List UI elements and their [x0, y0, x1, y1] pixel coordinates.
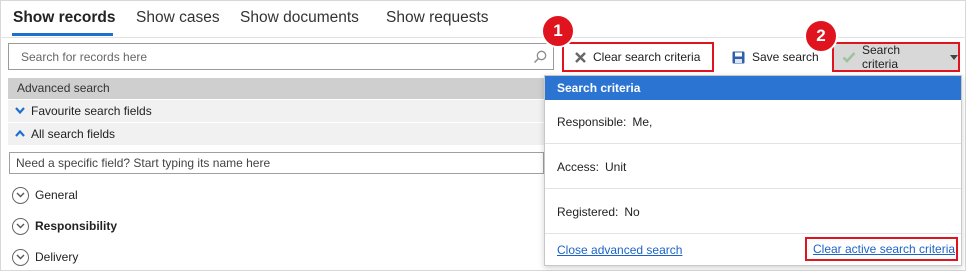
group-responsibility[interactable]: Responsibility	[12, 216, 117, 236]
all-search-fields-row[interactable]: All search fields	[8, 123, 544, 145]
save-search-button[interactable]: Save search	[724, 42, 820, 72]
divider	[545, 143, 961, 144]
field-finder-input[interactable]	[10, 153, 543, 173]
search-icon[interactable]	[533, 50, 547, 64]
expand-circle-icon	[12, 186, 29, 204]
group-general[interactable]: General	[12, 185, 78, 205]
save-search-label: Save search	[752, 50, 819, 64]
close-advanced-search-link[interactable]: Close advanced search	[557, 243, 682, 257]
clear-search-criteria-button[interactable]: Clear search criteria	[562, 42, 714, 72]
tab-show-records[interactable]: Show records	[13, 9, 116, 27]
checkmark-icon	[842, 52, 856, 63]
criterion-label: Responsible:	[557, 115, 627, 129]
callout-badge-2: 2	[804, 19, 838, 53]
criterion-value: Unit	[605, 160, 627, 174]
criterion-value: No	[624, 205, 640, 219]
chevron-up-icon	[15, 129, 25, 137]
criterion-responsible: Responsible: Me,	[557, 115, 652, 129]
callout-badge-1: 1	[541, 14, 575, 48]
divider	[545, 233, 961, 234]
search-criteria-dropdown-button[interactable]: Search criteria	[832, 42, 960, 72]
favourite-search-fields-row[interactable]: Favourite search fields	[8, 100, 544, 122]
all-search-fields-label: All search fields	[31, 127, 116, 141]
records-search-box	[8, 43, 554, 70]
tab-show-requests[interactable]: Show requests	[386, 9, 489, 27]
advanced-search-header: Advanced search	[8, 78, 544, 99]
search-criteria-label: Search criteria	[862, 43, 901, 71]
tab-show-documents[interactable]: Show documents	[240, 9, 359, 27]
group-general-label: General	[35, 188, 78, 202]
expand-circle-icon	[12, 217, 29, 235]
save-disk-icon	[732, 51, 745, 63]
clear-search-criteria-label: Clear search criteria	[593, 50, 701, 64]
group-responsibility-label: Responsibility	[35, 219, 118, 233]
tab-show-cases[interactable]: Show cases	[136, 9, 220, 27]
group-delivery-label: Delivery	[35, 250, 79, 264]
criterion-registered: Registered: No	[557, 205, 640, 219]
clear-x-icon	[575, 51, 586, 63]
search-criteria-panel-title: Search criteria	[545, 76, 961, 100]
favourite-search-fields-label: Favourite search fields	[31, 104, 152, 118]
divider	[545, 188, 961, 189]
clear-active-search-criteria-link[interactable]: Clear active search criteria	[813, 242, 955, 256]
criterion-label: Access:	[557, 160, 600, 174]
active-tab-indicator	[12, 33, 113, 36]
search-input[interactable]	[9, 44, 553, 69]
group-delivery[interactable]: Delivery	[12, 247, 78, 267]
criterion-label: Registered:	[557, 205, 619, 219]
caret-down-icon	[950, 54, 958, 60]
field-finder-box	[9, 152, 544, 174]
criterion-value: Me,	[632, 115, 653, 129]
criterion-access: Access: Unit	[557, 160, 626, 174]
chevron-down-icon	[15, 107, 25, 115]
expand-circle-icon	[12, 248, 29, 266]
